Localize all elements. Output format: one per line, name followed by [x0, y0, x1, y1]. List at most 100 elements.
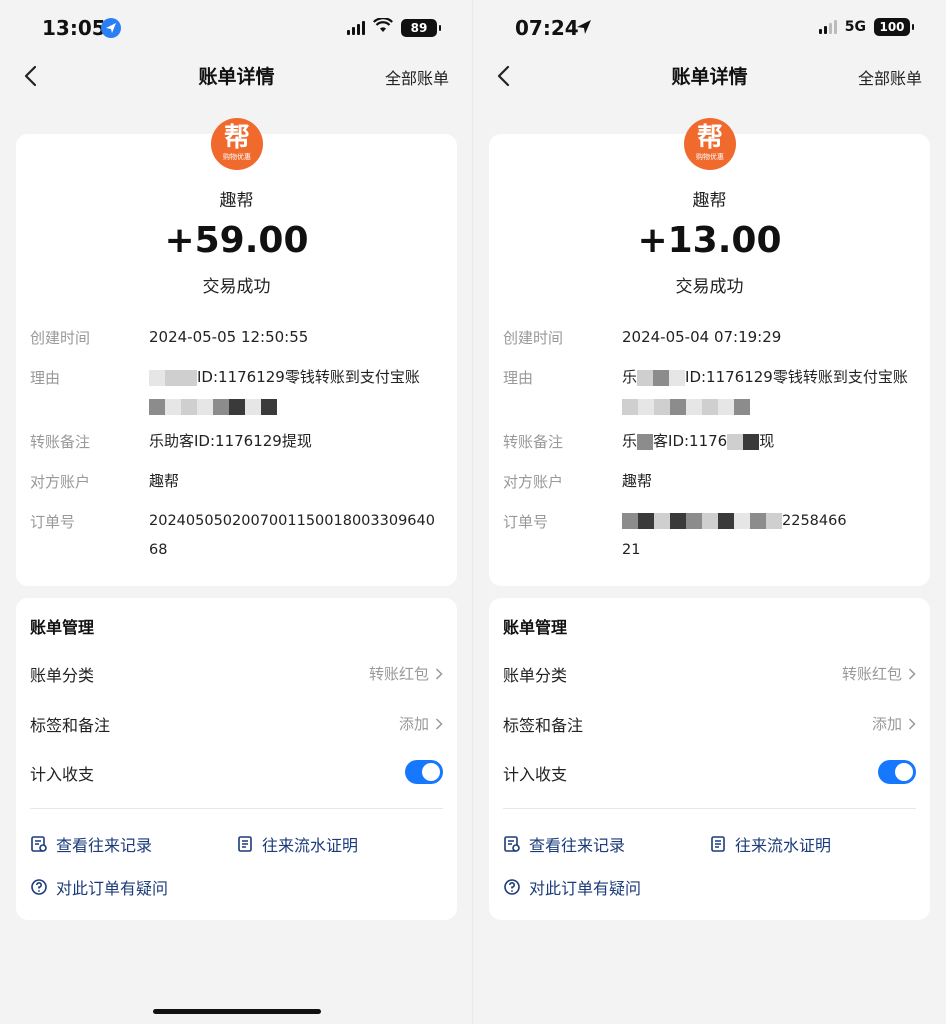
home-indicator: [153, 1009, 321, 1014]
redaction-mask: [702, 513, 718, 529]
transaction-amount: +13.00: [637, 220, 782, 261]
statement-proof-link[interactable]: 往来流水证明: [709, 832, 831, 856]
transaction-status: 交易成功: [675, 277, 744, 297]
chevron-right-icon: [908, 667, 916, 680]
statement-proof-link[interactable]: 往来流水证明: [236, 832, 358, 856]
statement-proof-label: 往来流水证明: [735, 836, 832, 855]
transfer-note-label: 转账备注: [503, 433, 564, 451]
redaction-mask: [245, 398, 261, 415]
toggle-knob: [895, 763, 913, 781]
order-question-link[interactable]: 对此订单有疑问: [503, 875, 641, 899]
redaction-mask: [653, 369, 670, 386]
divider: [30, 808, 443, 809]
records-icon: [504, 836, 520, 852]
order-number-value: 2024050502007001150018003309640 68: [149, 507, 444, 565]
nav-bar: 账单详情 全部账单: [473, 58, 946, 94]
order-question-label: 对此订单有疑问: [56, 879, 169, 898]
redaction-mask: [670, 398, 686, 415]
order-number-label: 订单号: [503, 513, 549, 531]
logo-subtext: 购物优惠: [223, 153, 251, 161]
view-records-label: 查看往来记录: [56, 836, 153, 855]
chevron-right-icon: [908, 717, 916, 730]
income-expense-toggle[interactable]: [405, 760, 443, 784]
redaction-mask: [622, 398, 638, 415]
reason-prefix: 乐: [622, 368, 638, 386]
back-arrow-icon[interactable]: [493, 64, 515, 88]
location-icon: [101, 18, 121, 38]
redaction-mask: [261, 398, 277, 415]
redaction-mask: [702, 398, 718, 415]
created-time-value: 2024-05-04 07:19:29: [622, 328, 782, 346]
bill-category-row[interactable]: 账单分类 转账红包: [30, 659, 443, 689]
redaction-mask: [149, 369, 165, 386]
income-expense-label: 计入收支: [503, 765, 568, 784]
counterparty-value: 趣帮: [149, 472, 180, 490]
redaction-mask: [669, 369, 686, 386]
redaction-mask: [213, 398, 229, 415]
logo-text: 帮: [223, 123, 250, 153]
redaction-mask: [686, 513, 702, 529]
transfer-note-value: 乐客ID:1176 现: [622, 427, 917, 456]
status-time: 07:24: [515, 16, 579, 40]
redaction-mask: [638, 513, 654, 529]
redaction-mask: [654, 513, 670, 529]
back-arrow-icon[interactable]: [20, 64, 42, 88]
redaction-mask: [149, 398, 165, 415]
redaction-mask: [654, 398, 670, 415]
tag-note-label: 标签和备注: [30, 716, 111, 735]
note-suffix: 现: [759, 432, 775, 450]
redaction-mask: [637, 369, 654, 386]
bill-category-row[interactable]: 账单分类 转账红包: [503, 659, 916, 689]
redaction-mask: [181, 398, 197, 415]
order-question-link[interactable]: 对此订单有疑问: [30, 875, 168, 899]
note-middle: 客ID:1176: [653, 432, 728, 450]
income-expense-toggle[interactable]: [878, 760, 916, 784]
bill-management-card: 账单管理 账单分类 转账红包 标签和备注 添加 计入收支 查看往来记录 往来流水…: [16, 598, 457, 920]
redaction-mask: [637, 433, 654, 450]
logo-text: 帮: [696, 123, 723, 153]
records-icon: [31, 836, 47, 852]
tag-note-row[interactable]: 标签和备注 添加: [503, 709, 916, 739]
chevron-right-icon: [435, 717, 443, 730]
status-time: 13:05: [42, 16, 106, 40]
redaction-mask: [718, 513, 734, 529]
redaction-mask: [718, 398, 734, 415]
merchant-name: 趣帮: [219, 191, 254, 211]
signal-icon: [347, 20, 365, 35]
tag-note-value: 添加: [398, 715, 429, 733]
status-bar: 07:24 5G 100: [473, 14, 946, 44]
view-records-link[interactable]: 查看往来记录: [30, 832, 152, 856]
redaction-mask: [622, 513, 638, 529]
transfer-note-label: 转账备注: [30, 433, 91, 451]
redaction-mask: [727, 433, 744, 450]
view-records-label: 查看往来记录: [529, 836, 626, 855]
redaction-mask: [181, 369, 197, 386]
all-bills-link[interactable]: 全部账单: [385, 65, 449, 89]
reason-text: ID:1176129零钱转账到支付宝账: [197, 368, 420, 386]
question-icon: [504, 879, 520, 895]
order-number-line1: 2024050502007001150018003309640: [149, 513, 435, 529]
order-number-line2: 21: [622, 542, 641, 558]
income-expense-label: 计入收支: [30, 765, 95, 784]
all-bills-link[interactable]: 全部账单: [858, 65, 922, 89]
question-icon: [31, 879, 47, 895]
bill-category-value: 转账红包: [841, 665, 902, 683]
counterparty-label: 对方账户: [503, 473, 564, 491]
redaction-mask: [743, 433, 760, 450]
created-time-label: 创建时间: [30, 329, 91, 347]
order-number-value: 2258466 21: [622, 507, 917, 565]
statement-icon: [711, 836, 725, 852]
network-type: 5G: [844, 19, 866, 35]
redaction-mask: [686, 398, 702, 415]
phone-screen-left: 13:05 89 账单详情 全部账单 帮 购物优惠 趣帮 +59.00 交易成功…: [0, 0, 473, 1024]
order-question-label: 对此订单有疑问: [529, 879, 642, 898]
battery-indicator: 100: [874, 18, 914, 36]
view-records-link[interactable]: 查看往来记录: [503, 832, 625, 856]
tag-note-row[interactable]: 标签和备注 添加: [30, 709, 443, 739]
transaction-status: 交易成功: [202, 277, 271, 297]
created-time-value: 2024-05-05 12:50:55: [149, 328, 309, 346]
logo-subtext: 购物优惠: [696, 153, 724, 161]
toggle-knob: [422, 763, 440, 781]
redaction-mask: [165, 369, 181, 386]
note-prefix: 乐: [622, 432, 638, 450]
